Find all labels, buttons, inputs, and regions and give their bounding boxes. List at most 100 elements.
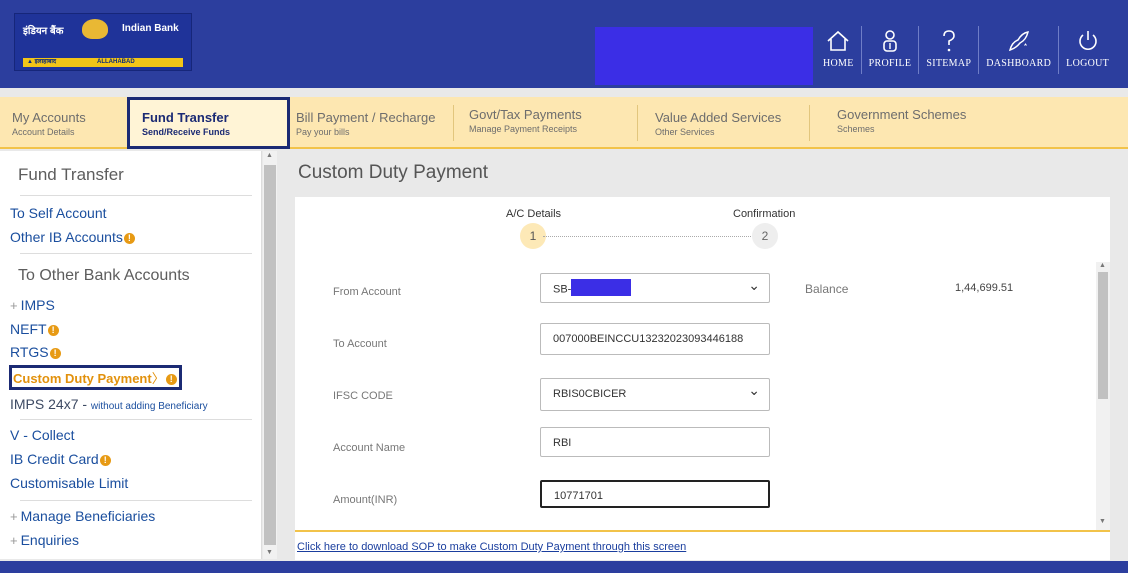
menu-fund-transfer[interactable]: Fund Transfer Send/Receive Funds: [127, 97, 290, 149]
from-account-value: SB-: [553, 283, 572, 296]
menu-value-added[interactable]: Value Added Services Other Services: [643, 97, 809, 149]
nav-home-label: HOME: [823, 58, 854, 69]
top-nav: HOME PROFILE SITEMAP DASHBOARD LOGOUT: [816, 26, 1116, 74]
nav-sitemap[interactable]: SITEMAP: [918, 26, 978, 74]
content-scrollbar[interactable]: ▲ ▼: [1096, 262, 1110, 530]
power-icon: [1078, 31, 1097, 50]
sidebar-item-label: IB Credit Card: [10, 451, 99, 467]
scroll-down-icon[interactable]: ▼: [1099, 518, 1106, 525]
sidebar-item-label: RTGS: [10, 344, 49, 360]
menu-subtitle: Pay your bills: [296, 127, 350, 137]
info-icon: !: [47, 324, 59, 336]
menu-title: Govt/Tax Payments: [469, 107, 582, 122]
menu-title: My Accounts: [12, 110, 86, 125]
profile-icon: [883, 30, 897, 52]
sidebar-item-imps-24x7[interactable]: IMPS 24x7 - without adding Beneficiary: [10, 396, 208, 412]
sidebar-item-ib-credit-card[interactable]: IB Credit Card!: [10, 451, 111, 467]
ifsc-select[interactable]: RBIS0CBICER: [540, 378, 770, 411]
from-account-select[interactable]: SB-: [540, 273, 770, 303]
sidebar-item-label: IMPS 24x7 -: [10, 396, 91, 412]
sidebar-item-self-account[interactable]: To Self Account: [10, 205, 107, 221]
sidebar-item-other-ib[interactable]: Other IB Accounts!: [10, 229, 135, 245]
menu-subtitle: Other Services: [655, 127, 715, 137]
ifsc-label: IFSC CODE: [333, 390, 393, 402]
sidebar-item-label: Enquiries: [20, 532, 79, 548]
sidebar-item-custom-duty[interactable]: Custom Duty Payment〉!: [9, 365, 182, 390]
page-title: Custom Duty Payment: [298, 162, 489, 183]
menu-title: Government Schemes: [837, 107, 967, 122]
sidebar-item-customisable-limit[interactable]: Customisable Limit: [10, 475, 128, 491]
step-connector: [543, 236, 751, 237]
sidebar-item-label: NEFT: [10, 321, 47, 337]
plus-icon: +: [10, 509, 18, 524]
menu-govt-tax[interactable]: Govt/Tax Payments Manage Payment Receipt…: [457, 97, 637, 149]
sidebar-item-enquiries[interactable]: + Enquiries: [10, 532, 79, 548]
question-icon: [942, 30, 955, 52]
plus-icon: +: [10, 533, 18, 548]
menu-subtitle: Manage Payment Receipts: [469, 124, 578, 134]
nav-profile-label: PROFILE: [868, 58, 912, 69]
amount-field[interactable]: 10771701: [540, 480, 770, 508]
scroll-down-icon[interactable]: ▼: [266, 549, 273, 556]
amount-label: Amount(INR): [333, 494, 398, 506]
home-icon: [827, 30, 849, 51]
scrollbar-thumb[interactable]: [264, 165, 276, 545]
sidebar-item-rtgs[interactable]: RTGS!: [10, 344, 61, 360]
menu-divider: [637, 105, 638, 141]
scroll-up-icon[interactable]: ▲: [266, 152, 273, 159]
nav-logout[interactable]: LOGOUT: [1058, 26, 1116, 74]
to-account-label: To Account: [333, 338, 387, 350]
menu-title: Bill Payment / Recharge: [296, 110, 436, 125]
header-bar: इंडियन बैंक Indian Bank ▲ इलाहाबाद ALLAH…: [0, 0, 1128, 88]
sidebar-divider: [20, 500, 252, 501]
logo-english-text: Indian Bank: [122, 23, 179, 34]
footer-bar: [0, 561, 1128, 573]
step-indicator-2: 2: [752, 223, 778, 249]
sidebar-subheading: To Other Bank Accounts: [18, 267, 190, 284]
redacted-account-number: [571, 279, 632, 296]
nav-home[interactable]: HOME: [816, 26, 861, 74]
account-name-field[interactable]: RBI: [540, 427, 770, 457]
sidebar-item-label: Other IB Accounts: [10, 229, 123, 245]
info-icon: !: [123, 232, 135, 244]
logo-hindi-text: इंडियन बैंक: [23, 26, 64, 37]
chevron-right-icon: 〉: [151, 371, 165, 386]
menu-title: Value Added Services: [655, 110, 782, 125]
balance-value: 1,44,699.51: [955, 282, 1014, 294]
info-icon: !: [99, 454, 111, 466]
sidebar-divider: [20, 195, 252, 196]
logo-sub-english: ALLAHABAD: [97, 59, 135, 65]
to-account-field[interactable]: 007000BEINCCU13232023093446188: [540, 323, 770, 355]
nav-dashboard-label: DASHBOARD: [986, 58, 1052, 69]
main-menu: My Accounts Account Details Fund Transfe…: [0, 97, 1128, 149]
step-label-ac-details: A/C Details: [506, 208, 562, 220]
sidebar-divider: [20, 419, 252, 420]
sidebar-item-label: IMPS: [20, 297, 55, 313]
step-label-confirmation: Confirmation: [733, 208, 796, 220]
nav-dashboard[interactable]: DASHBOARD: [978, 26, 1058, 74]
scrollbar-thumb[interactable]: [1098, 272, 1108, 399]
dashboard-icon: [1008, 31, 1029, 52]
scroll-up-icon[interactable]: ▲: [1099, 262, 1106, 269]
sidebar-scrollbar[interactable]: ▲ ▼: [263, 151, 277, 559]
from-account-label: From Account: [333, 286, 401, 298]
account-name-label: Account Name: [333, 442, 406, 454]
sidebar-item-manage-beneficiaries[interactable]: + Manage Beneficiaries: [10, 508, 155, 524]
nav-profile[interactable]: PROFILE: [860, 26, 919, 74]
sidebar-item-neft[interactable]: NEFT!: [10, 321, 59, 337]
menu-my-accounts[interactable]: My Accounts Account Details: [0, 97, 122, 149]
sop-bar: Click here to download SOP to make Custo…: [295, 530, 1110, 560]
bank-logo[interactable]: इंडियन बैंक Indian Bank ▲ इलाहाबाद ALLAH…: [14, 13, 192, 71]
sidebar-item-label: Manage Beneficiaries: [20, 508, 156, 524]
balance-label: Balance: [805, 282, 849, 296]
logo-emblem-icon: [82, 19, 108, 39]
sidebar-item-imps[interactable]: + IMPS: [10, 297, 55, 313]
info-icon: !: [165, 374, 177, 386]
menu-divider: [809, 105, 810, 141]
logo-sub-hindi: ▲ इलाहाबाद: [27, 59, 57, 65]
sidebar-item-v-collect[interactable]: V - Collect: [10, 427, 75, 443]
menu-govt-schemes[interactable]: Government Schemes Schemes: [825, 97, 1025, 149]
sop-download-link[interactable]: Click here to download SOP to make Custo…: [297, 541, 686, 553]
nav-logout-label: LOGOUT: [1066, 58, 1110, 69]
menu-bill-payment[interactable]: Bill Payment / Recharge Pay your bills: [293, 97, 453, 149]
